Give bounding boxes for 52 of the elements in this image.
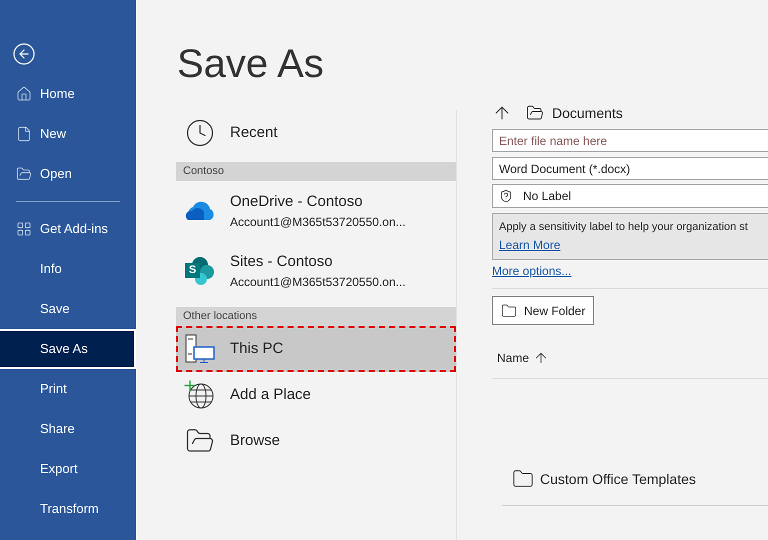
sidebar-item[interactable]: Save As xyxy=(0,329,136,369)
sidebar-item[interactable]: Info xyxy=(0,249,136,289)
sidebar-item[interactable]: Save xyxy=(0,289,136,329)
clock-icon xyxy=(185,118,215,148)
file-name-field[interactable]: Enter file name here xyxy=(492,129,768,152)
location-item[interactable]: S Sites - Contoso Account1@M365t53720550.on... xyxy=(176,241,456,301)
location-item[interactable]: OneDrive - Contoso Account1@M365t53720550.on... xyxy=(176,181,456,241)
location-account: Account1@M365t53720550.on... xyxy=(230,214,406,232)
home-icon xyxy=(16,86,32,102)
column-header[interactable]: Name xyxy=(497,349,530,367)
location-name: Browse xyxy=(230,430,280,451)
sidebar-item[interactable]: Share xyxy=(0,409,136,449)
cloud-icon xyxy=(184,200,216,222)
location-item[interactable]: This PC xyxy=(176,326,456,372)
location-name: Recent xyxy=(230,122,278,143)
sidebar-item[interactable]: New xyxy=(0,114,136,154)
sidebar-item[interactable]: Print xyxy=(0,369,136,409)
location-account: Account1@M365t53720550.on... xyxy=(230,274,406,292)
computer-icon xyxy=(184,334,216,364)
folder-icon xyxy=(16,166,32,182)
globe-plus-icon xyxy=(184,380,216,410)
logo-letter: S xyxy=(185,263,200,278)
folder-path: Documents xyxy=(552,104,623,122)
learn-more-link[interactable]: Learn More xyxy=(499,236,560,254)
shield-question-icon xyxy=(499,189,513,203)
location-name: This PC xyxy=(230,338,284,359)
location-item[interactable]: Browse xyxy=(176,418,456,464)
sensitivity-dropdown[interactable]: No Label xyxy=(492,184,768,208)
location-name: Sites - Contoso xyxy=(230,252,334,272)
folder-icon xyxy=(512,468,534,490)
sidebar-item[interactable]: Home xyxy=(0,74,136,114)
section-header: Other locations xyxy=(176,307,456,326)
file-row[interactable]: Custom Office Templates xyxy=(492,467,768,491)
sidebar-item[interactable]: Get Add-ins xyxy=(0,209,136,249)
folder-icon xyxy=(501,302,517,318)
file-type-dropdown[interactable]: Word Document (*.docx) xyxy=(492,157,768,180)
more-options-link[interactable]: More options... xyxy=(492,262,572,280)
grid-icon xyxy=(16,221,32,237)
sidebar-item[interactable]: Export xyxy=(0,449,136,489)
folder-icon xyxy=(526,104,544,122)
location-item[interactable]: Add a Place xyxy=(176,372,456,418)
file-name: Custom Office Templates xyxy=(540,470,696,489)
location-name: OneDrive - Contoso xyxy=(230,192,364,212)
page-title: Save As xyxy=(177,41,325,88)
section-header: Contoso xyxy=(176,162,456,181)
file-icon xyxy=(16,126,32,142)
info-text: Apply a sensitivity label to help your organization st xyxy=(499,220,748,234)
sidebar-item[interactable]: Transform xyxy=(0,489,136,529)
location-name: Add a Place xyxy=(230,384,311,405)
location-item[interactable]: Recent xyxy=(176,110,456,156)
new-folder-button[interactable]: New Folder xyxy=(492,296,594,325)
sidebar-item[interactable]: Open xyxy=(0,154,136,194)
